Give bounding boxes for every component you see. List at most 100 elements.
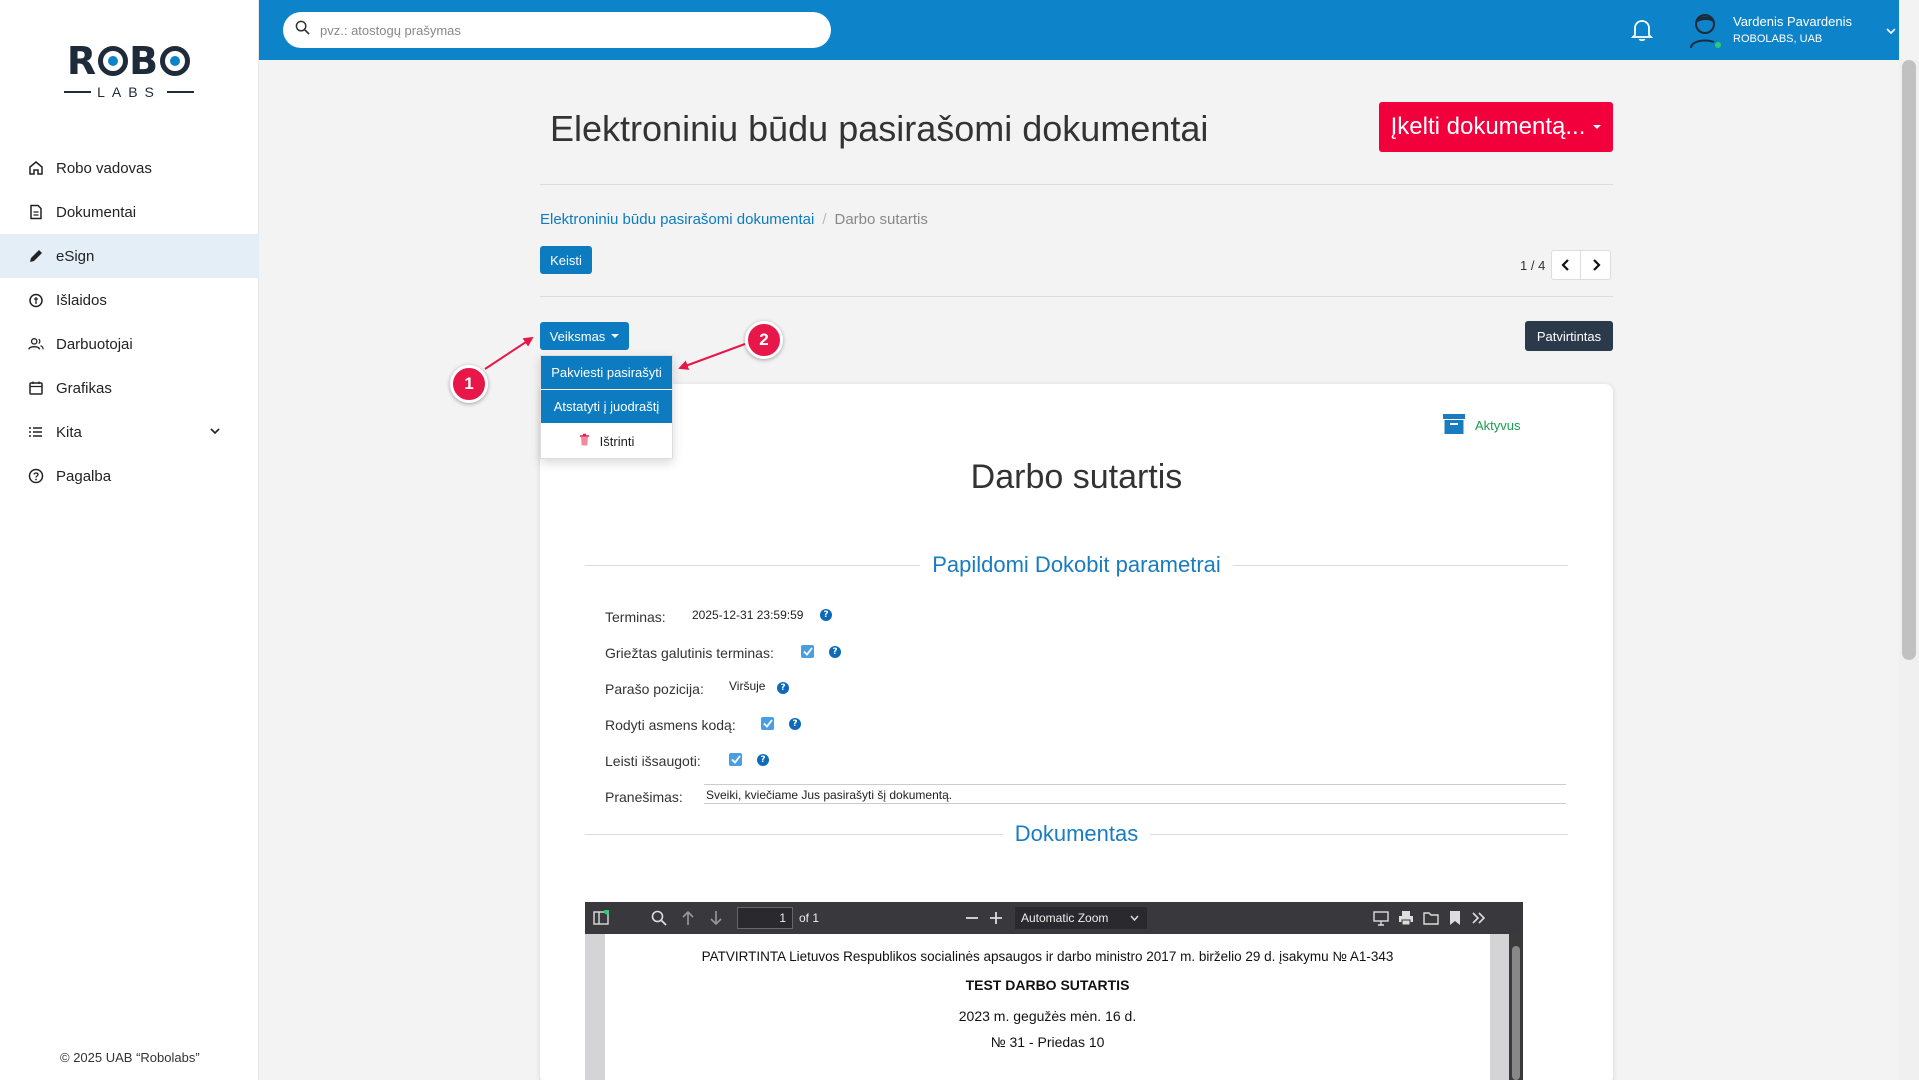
help-icon[interactable]: ? — [829, 646, 841, 658]
sidebar-item-islaidos[interactable]: Išlaidos — [0, 278, 259, 322]
search-box[interactable] — [283, 12, 831, 48]
search-input[interactable] — [320, 22, 800, 38]
message-field[interactable]: Sveiki, kviečiame Jus pasirašyti šį doku… — [704, 784, 1566, 804]
sidebar-item-label: Kita — [56, 423, 82, 441]
robolabs-logo[interactable]: RB LABS — [64, 40, 194, 110]
annotation-badge-1: 1 — [450, 365, 488, 403]
home-icon — [28, 160, 44, 176]
pdf-page-input[interactable]: 1 — [737, 907, 793, 929]
document-icon — [28, 204, 44, 220]
signature-position-value[interactable]: Viršuje — [729, 679, 765, 693]
action-dropdown-button[interactable]: Veiksmas — [540, 322, 629, 350]
help-icon[interactable]: ? — [789, 718, 801, 730]
sidebar-item-esign[interactable]: eSign — [0, 234, 259, 278]
pdf-page: PATVIRTINTA Lietuvos Respublikos sociali… — [605, 934, 1490, 1080]
copyright: © 2025 UAB “Robolabs” — [60, 1050, 200, 1065]
sidebar-item-dokumentai[interactable]: Dokumentai — [0, 190, 259, 234]
section-title: Papildomi Dokobit parametrai — [932, 552, 1221, 577]
top-bar: Vardenis Pavardenis ROBOLABS, UAB — [259, 0, 1899, 60]
pen-icon — [28, 248, 44, 264]
user-company: ROBOLABS, UAB — [1733, 33, 1823, 45]
next-record-button[interactable] — [1581, 250, 1612, 280]
divider — [540, 296, 1613, 297]
sidebar-toggle-icon[interactable] — [593, 908, 610, 929]
help-circle-icon — [28, 468, 44, 484]
sidebar-item-robo-vadovas[interactable]: Robo vadovas — [0, 146, 259, 190]
breadcrumb: Elektroniniu būdu pasirašomi dokumentai /… — [540, 211, 928, 228]
show-personal-code-checkbox[interactable] — [761, 717, 774, 730]
strict-deadline-checkbox[interactable] — [801, 645, 814, 658]
pdf-viewer: 1 of 1 Automatic Zoom PATVIRTINTA Lietuv… — [585, 902, 1523, 1080]
status-badge: Aktyvus — [1443, 414, 1521, 437]
upload-document-label: Įkelti dokumentą... — [1390, 113, 1586, 140]
chevron-down-icon — [209, 424, 221, 441]
tools-chevron-icon[interactable] — [1471, 910, 1487, 929]
help-icon[interactable]: ? — [777, 682, 789, 694]
sidebar-nav: Robo vadovas Dokumentai eSign Išlaidos D… — [0, 146, 259, 498]
menu-item-delete[interactable]: Ištrinti — [541, 424, 672, 458]
previous-record-button[interactable] — [1551, 250, 1582, 280]
edit-button[interactable]: Keisti — [540, 246, 592, 274]
pdf-toolbar: 1 of 1 Automatic Zoom — [585, 902, 1523, 934]
action-label: Veiksmas — [549, 328, 606, 344]
page-scrollbar-thumb[interactable] — [1902, 60, 1916, 660]
sidebar-item-darbuotojai[interactable]: Darbuotojai — [0, 322, 259, 366]
sidebar-item-label: Darbuotojai — [56, 335, 133, 353]
zoom-in-icon[interactable] — [989, 910, 1003, 929]
bell-icon[interactable] — [1630, 18, 1654, 47]
help-icon[interactable]: ? — [820, 609, 832, 621]
pdf-text-line: № 31 - Priedas 10 — [990, 1034, 1105, 1050]
sidebar-item-label: Išlaidos — [56, 291, 107, 309]
pdf-zoom-value: Automatic Zoom — [1021, 911, 1109, 925]
upload-document-button[interactable]: Įkelti dokumentą... — [1379, 102, 1613, 152]
divider — [540, 184, 1613, 185]
breadcrumb-link-esign[interactable]: Elektroniniu būdu pasirašomi dokumentai — [540, 211, 814, 228]
sidebar-item-grafikas[interactable]: Grafikas — [0, 366, 259, 410]
open-file-icon[interactable] — [1423, 910, 1439, 929]
pdf-text-line: 2023 m. gegužės mėn. 16 d. — [958, 1008, 1137, 1024]
pdf-search-icon[interactable] — [651, 910, 667, 929]
sidebar-item-kita[interactable]: Kita — [0, 410, 259, 454]
document-title: Darbo sutartis — [970, 458, 1183, 496]
section-title: Dokumentas — [1014, 821, 1139, 846]
calendar-icon — [28, 380, 44, 396]
sidebar-item-label: Grafikas — [56, 379, 112, 397]
section-dokobit-params: Papildomi Dokobit parametrai — [585, 552, 1569, 578]
menu-item-invite-to-sign[interactable]: Pakviesti pasirašyti — [541, 356, 672, 390]
sidebar-item-label: Pagalba — [56, 467, 112, 485]
deadline-value[interactable]: 2025-12-31 23:59:59 — [692, 608, 803, 622]
help-icon[interactable]: ? — [757, 754, 769, 766]
pager-counter: 1 / 4 — [1520, 257, 1546, 273]
print-icon[interactable] — [1398, 910, 1414, 929]
menu-item-delete-label: Ištrinti — [599, 433, 635, 449]
zoom-out-icon[interactable] — [965, 910, 979, 929]
signature-position-label: Parašo pozicija: — [605, 681, 704, 697]
record-pager: 1 / 4 — [1520, 250, 1612, 280]
pdf-scrollbar[interactable] — [1509, 934, 1523, 1080]
show-personal-code-label: Rodyti asmens kodą: — [605, 717, 736, 733]
allow-save-checkbox[interactable] — [729, 753, 742, 766]
caret-down-icon — [1593, 125, 1602, 129]
status-text: Aktyvus — [1475, 418, 1521, 433]
menu-item-revert-to-draft[interactable]: Atstatyti į juodraštį — [541, 390, 672, 424]
pdf-zoom-select[interactable]: Automatic Zoom — [1015, 907, 1147, 929]
sidebar-item-pagalba[interactable]: Pagalba — [0, 454, 259, 498]
pdf-prev-page-icon[interactable] — [681, 910, 695, 929]
list-icon — [28, 424, 44, 440]
sidebar: RB LABS Robo vadovas Dokumentai eSign Iš… — [0, 0, 259, 1080]
section-document: Dokumentas — [585, 821, 1569, 847]
pdf-next-page-icon[interactable] — [709, 910, 723, 929]
status-confirmed-button[interactable]: Patvirtintas — [1525, 321, 1613, 351]
trash-icon — [579, 433, 590, 449]
annotation-badge-2: 2 — [745, 321, 783, 359]
sidebar-item-label: eSign — [56, 247, 95, 265]
user-menu[interactable]: Vardenis Pavardenis ROBOLABS, UAB — [1687, 8, 1897, 52]
sidebar-item-label: Dokumentai — [56, 203, 137, 221]
annotation-arrow-2 — [678, 343, 746, 370]
archive-box-icon — [1443, 414, 1465, 437]
presentation-mode-icon[interactable] — [1373, 910, 1389, 929]
sidebar-item-label: Robo vadovas — [56, 159, 152, 177]
action-dropdown-menu: Pakviesti pasirašyti Atstatyti į juodraš… — [540, 355, 673, 459]
chevron-down-icon — [1885, 24, 1897, 42]
bookmark-icon[interactable] — [1449, 910, 1461, 929]
